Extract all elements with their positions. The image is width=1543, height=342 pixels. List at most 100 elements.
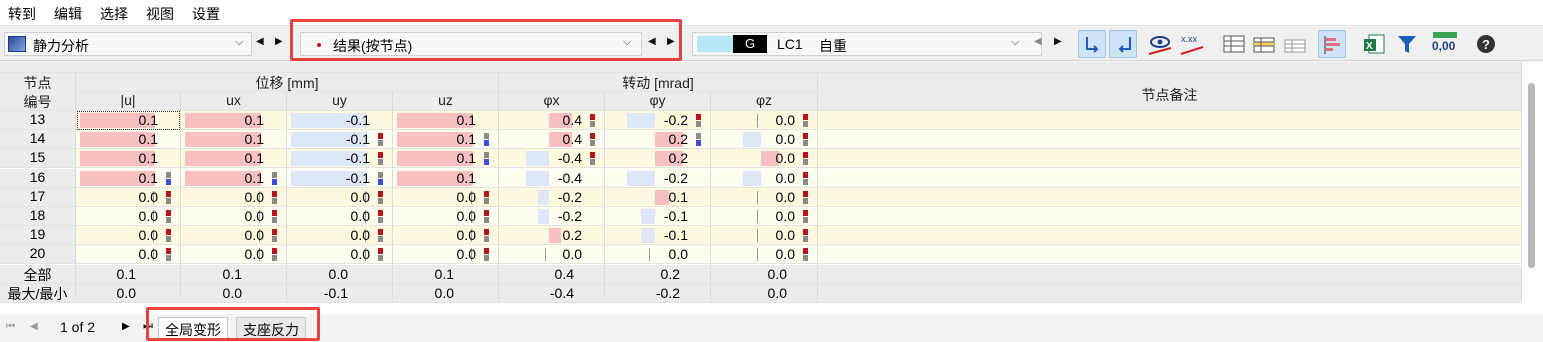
value-bar: [742, 170, 761, 186]
menu-select[interactable]: 选择: [100, 4, 128, 24]
total-max-value: 0.0: [767, 265, 787, 282]
view-result-icon[interactable]: [1146, 30, 1174, 58]
focused-cell[interactable]: [77, 111, 180, 130]
table-cell: 0.0: [76, 187, 181, 207]
next-page-icon[interactable]: ▶: [122, 321, 130, 332]
totals-minmax-label: 最大/最小: [0, 283, 76, 303]
status-marker: [696, 114, 701, 120]
menu-edit[interactable]: 编辑: [54, 4, 82, 24]
cell-value: -0.2: [557, 188, 582, 205]
chevron-down-icon: ⌵: [1011, 36, 1020, 48]
cell-value: 0.2: [668, 131, 688, 148]
status-marker: [378, 217, 383, 223]
menu-goto[interactable]: 转到: [8, 4, 36, 24]
cell-value: 0.0: [350, 208, 370, 224]
status-marker: [590, 140, 595, 147]
table-cell: 0.0: [711, 111, 818, 130]
zero-tick: [757, 229, 758, 243]
cell-value: 0.0: [244, 208, 264, 224]
cell-value: 0.0: [244, 227, 264, 244]
cell-value: 0.1: [456, 131, 476, 148]
table-cell: 0.1: [393, 130, 499, 150]
zero-tick: [757, 210, 758, 223]
status-marker: [696, 140, 701, 147]
cell-value: 0.1: [244, 169, 264, 186]
filter-icon[interactable]: [1393, 30, 1421, 58]
bar-chart-icon[interactable]: [1318, 30, 1346, 58]
select-in-model-icon[interactable]: [1078, 30, 1106, 58]
total-max-cell: 0.1: [76, 264, 181, 284]
zero-tick: [545, 248, 546, 262]
rotation-group-header: 转动 [mrad]: [499, 73, 818, 92]
decimal-format-value: 0,00: [1432, 39, 1456, 53]
table-cell: 0.0: [287, 245, 393, 265]
cell-value: -0.1: [345, 112, 370, 128]
decimal-format-icon[interactable]: 0,00: [1431, 30, 1461, 58]
table-cell: 0.1: [181, 111, 287, 130]
total-max-cell: 0.1: [393, 264, 499, 284]
menu-settings[interactable]: 设置: [192, 4, 220, 24]
status-marker: [803, 236, 808, 243]
total-min-value: 0.0: [116, 284, 136, 301]
cell-value: -0.1: [663, 208, 688, 224]
load-case-select[interactable]: G LC1 自重 ⌵: [692, 32, 1042, 56]
cell-value: 0.0: [138, 227, 158, 244]
value-bar: [627, 113, 655, 128]
status-marker: [803, 114, 808, 120]
highlight-tabs: [146, 307, 320, 341]
cell-value: 0.0: [456, 227, 476, 244]
prev-icon[interactable]: ◀: [1034, 36, 1042, 47]
status-marker: [378, 171, 383, 178]
analysis-type-select[interactable]: 静力分析 ⌵: [4, 32, 252, 56]
first-page-icon[interactable]: ⏮: [6, 321, 15, 332]
help-icon[interactable]: ?: [1472, 30, 1500, 58]
total-min-value: -0.4: [549, 284, 574, 301]
status-marker: [484, 248, 489, 255]
menu-bar: 转到 编辑 选择 视图 设置: [0, 0, 1543, 26]
table-cell: 0.1: [605, 187, 711, 207]
table-cell: 0.0: [711, 207, 818, 226]
value-bar: [627, 170, 655, 186]
excel-export-icon[interactable]: X: [1360, 30, 1388, 58]
status-marker: [803, 255, 808, 262]
next-icon[interactable]: ▶: [275, 36, 283, 47]
status-marker: [803, 197, 808, 204]
status-marker: [484, 190, 489, 197]
cell-value: -0.2: [557, 208, 582, 224]
total-min-cell: -0.2: [605, 283, 711, 303]
status-marker: [166, 229, 171, 236]
cell-value: 0.2: [562, 227, 582, 244]
total-max-value: 0.1: [434, 265, 454, 282]
cell-value: 0.0: [456, 188, 476, 205]
table-cell: 0.0: [605, 245, 711, 265]
table-highlight-icon[interactable]: [1250, 30, 1278, 58]
vertical-scrollbar[interactable]: [1528, 83, 1535, 268]
status-marker: [803, 248, 808, 255]
table-cell: 0.0: [711, 168, 818, 188]
svg-text:?: ?: [1482, 37, 1490, 52]
status-marker: [166, 197, 171, 204]
select-in-table-icon[interactable]: [1109, 30, 1137, 58]
menu-view[interactable]: 视图: [146, 4, 174, 24]
table-cell: 0.0: [711, 226, 818, 246]
prev-page-icon[interactable]: ◀: [30, 321, 38, 332]
displacement-group-header: 位移 [mm]: [76, 73, 499, 92]
status-marker: [378, 210, 383, 216]
row-comment: [818, 226, 1522, 246]
status-marker: [166, 190, 171, 197]
total-max-cell: 0.4: [499, 264, 605, 284]
status-marker: [803, 229, 808, 236]
zero-tick: [757, 248, 758, 262]
status-marker: [803, 178, 808, 185]
cell-value: -0.4: [557, 150, 582, 167]
next-icon[interactable]: ▶: [1054, 36, 1062, 47]
decimal-places-icon[interactable]: x.xx: [1178, 30, 1206, 58]
status-marker: [378, 133, 383, 140]
table-clear-icon[interactable]: [1281, 30, 1309, 58]
status-marker: [803, 152, 808, 159]
total-max-value: 0.1: [222, 265, 242, 282]
status-marker: [272, 197, 277, 204]
row-comment: [818, 187, 1522, 207]
prev-icon[interactable]: ◀: [256, 36, 264, 47]
table-icon[interactable]: [1220, 30, 1248, 58]
